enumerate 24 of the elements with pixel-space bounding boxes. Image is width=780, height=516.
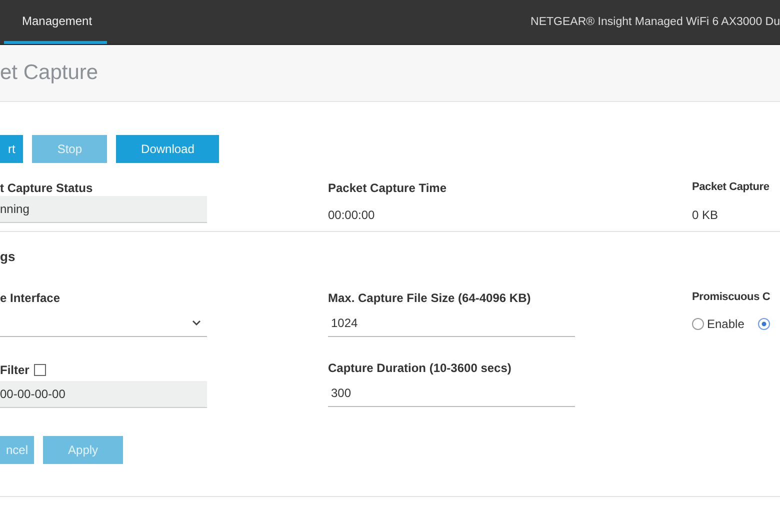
field-label: Max. Capture File Size (64-4096 KB) [328, 291, 532, 307]
chevron-down-icon [192, 320, 201, 326]
product-name: NETGEAR® Insight Managed WiFi 6 AX3000 Du [530, 15, 780, 30]
action-button[interactable]: Download [116, 135, 220, 163]
page-title: et Capture [0, 61, 98, 85]
field-label: Promiscuous C [692, 291, 772, 305]
checkbox[interactable] [34, 364, 46, 376]
status-value: 00:00:00 [328, 207, 376, 224]
field-label: Packet Capture [692, 181, 770, 195]
section-title: gs [0, 249, 16, 266]
action-button[interactable]: rt [0, 135, 24, 163]
mac-field[interactable]: 00-00-00-00 [0, 381, 207, 408]
field-label: Packet Capture Time [328, 181, 448, 197]
radio-button[interactable] [758, 318, 770, 330]
field-label: t Capture Status [0, 181, 94, 197]
field-label: Filter [0, 363, 30, 377]
radio-label: Enable [707, 317, 744, 331]
field-label: e Interface [0, 291, 62, 307]
input-field[interactable]: 1024 [328, 309, 575, 337]
field-label: Capture Duration (10-3600 secs) [328, 361, 512, 377]
input-field[interactable]: 300 [328, 379, 575, 407]
status-value: 0 KB [692, 207, 720, 224]
status-field: nning [0, 196, 207, 223]
radio-button[interactable] [692, 318, 704, 330]
